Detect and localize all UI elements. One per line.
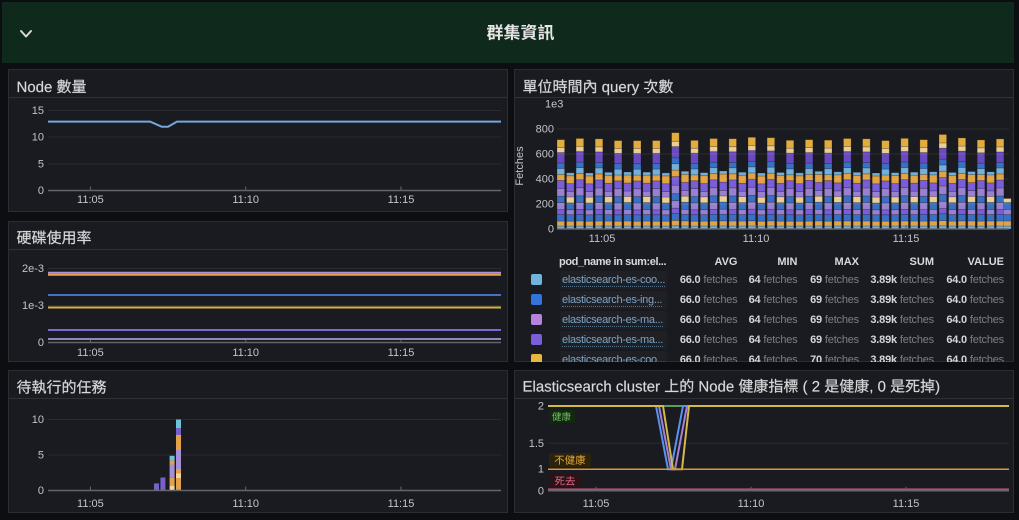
svg-text:2: 2 [538,401,544,413]
svg-text:400: 400 [536,174,554,186]
svg-text:0: 0 [38,185,44,197]
svg-text:11:15: 11:15 [388,498,415,510]
svg-text:0: 0 [538,485,544,497]
svg-text:11:15: 11:15 [893,498,920,510]
svg-text:1e3: 1e3 [545,99,563,111]
svg-text:600: 600 [536,149,554,161]
svg-text:5: 5 [38,450,44,462]
svg-text:11:05: 11:05 [77,194,104,206]
svg-text:1e-3: 1e-3 [22,300,44,312]
svg-text:11:15: 11:15 [388,347,415,359]
svg-text:11:10: 11:10 [232,347,259,359]
svg-text:11:15: 11:15 [893,233,920,245]
svg-text:15: 15 [32,105,44,117]
svg-text:11:05: 11:05 [589,233,616,245]
svg-text:11:10: 11:10 [743,233,770,245]
svg-text:11:05: 11:05 [77,347,104,359]
svg-text:10: 10 [32,414,44,426]
svg-text:2e-3: 2e-3 [22,263,44,275]
svg-text:11:15: 11:15 [388,194,415,206]
svg-text:11:10: 11:10 [232,194,259,206]
svg-text:11:10: 11:10 [232,498,259,510]
svg-text:0: 0 [38,337,44,349]
svg-text:1.5: 1.5 [529,438,544,450]
svg-text:11:10: 11:10 [738,498,765,510]
svg-text:11:05: 11:05 [77,498,104,510]
svg-text:0: 0 [38,485,44,497]
svg-text:1: 1 [538,464,544,476]
svg-text:10: 10 [32,132,44,144]
svg-text:11:05: 11:05 [583,498,610,510]
svg-text:200: 200 [536,199,554,211]
svg-text:800: 800 [536,124,554,136]
svg-text:0: 0 [548,224,554,236]
svg-text:Fetches: Fetches [515,146,526,186]
svg-text:5: 5 [38,159,44,171]
